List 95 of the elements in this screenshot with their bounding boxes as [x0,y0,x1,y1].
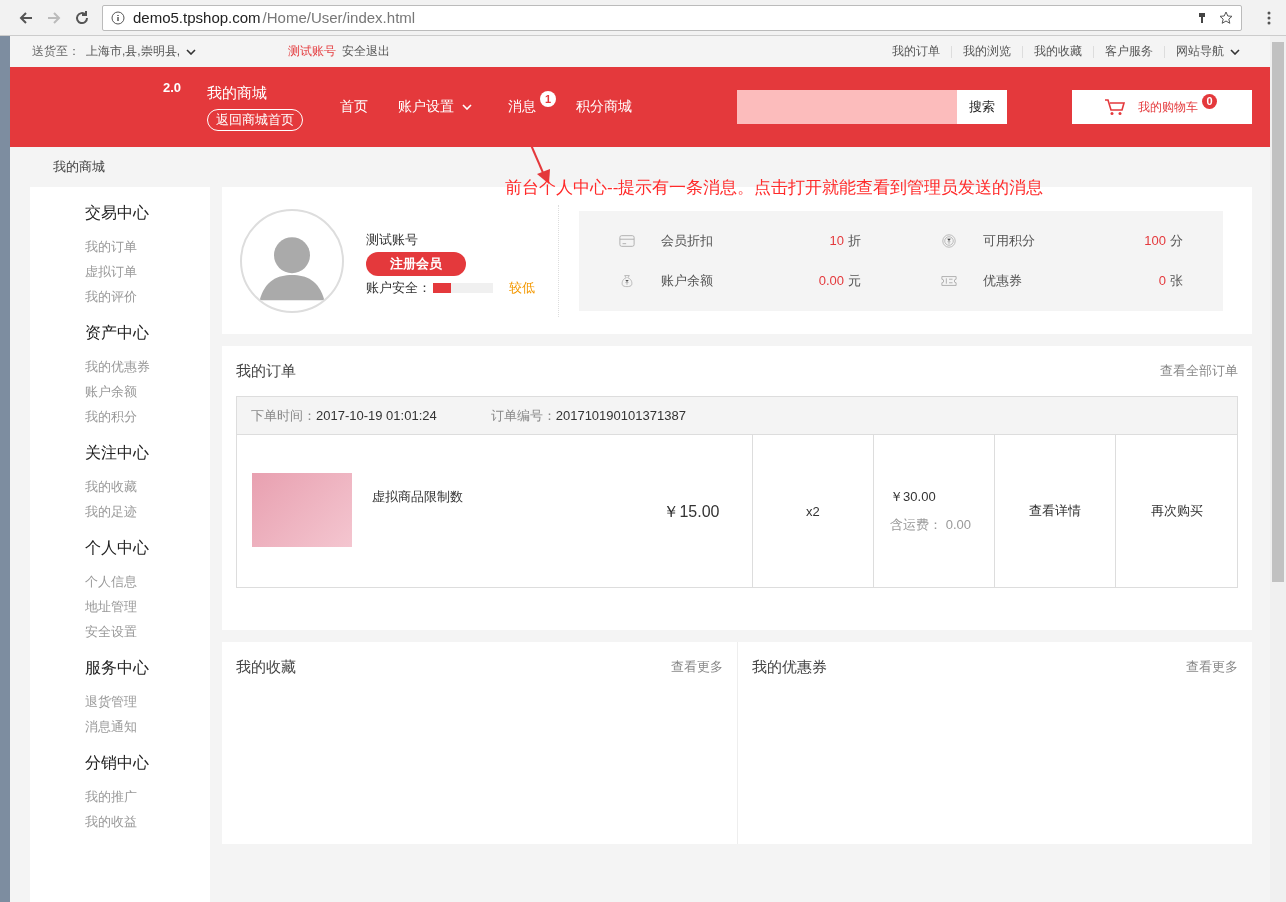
logout-link[interactable]: 安全退出 [342,43,390,60]
version-label: 2.0 [163,79,182,95]
quantity: x2 [805,503,820,519]
top-link[interactable]: 客户服务 [1105,43,1153,60]
nav-link[interactable]: 账户设置 [383,77,488,137]
top-link[interactable]: 网站导航 [1176,43,1224,60]
stat-value: 0 [1158,272,1166,288]
breadcrumb: 我的商城 [53,159,105,174]
top-link[interactable]: 我的浏览 [963,43,1011,60]
sidebar-link[interactable]: 账户余额 [85,379,210,404]
shipping-label: 含运费： [890,517,943,532]
sidebar-group-title: 关注中心 [85,443,150,463]
sidebar-link[interactable]: 安全设置 [85,619,210,644]
url-host: demo5.tpshop.com [133,9,261,26]
sidebar-link[interactable]: 我的收益 [85,809,210,834]
order-time-label: 下单时间： [251,406,316,425]
stat-unit: 折 [848,232,861,248]
shipping-fee: 0.00 [945,517,972,532]
chevron-down-icon [462,104,473,110]
site-title: 我的商城 [207,83,268,103]
product-name[interactable]: 虚拟商品限制数 [372,488,664,506]
sidebar-group-title: 个人中心 [85,538,150,558]
section-title: 我的收藏 [236,657,296,677]
sidebar-link[interactable]: 我的优惠券 [85,354,210,379]
username-link[interactable]: 测试账号 [288,43,336,60]
sidebar-link[interactable]: 退货管理 [85,689,210,714]
stat-value: 100 [1144,232,1166,248]
order-total: ￥30.00 [890,488,936,506]
product-price: ￥15.00 [663,502,720,522]
sidebar-link[interactable]: 虚拟订单 [85,259,210,284]
scrollbar-thumb[interactable] [1272,42,1284,582]
sidebar-link[interactable]: 我的评价 [85,284,210,309]
section-title: 我的优惠券 [751,657,827,677]
view-more-link[interactable]: 查看更多 [1186,658,1238,676]
stat-unit: 元 [848,272,861,288]
cart-count-badge: 0 [1202,93,1218,109]
card-icon [619,233,635,248]
sidebar-link[interactable]: 个人信息 [85,569,210,594]
sidebar-link[interactable]: 我的积分 [85,404,210,429]
cart-icon [1104,98,1127,116]
stat-value: 0.00 [818,272,844,288]
sidebar-link[interactable]: 消息通知 [85,714,210,739]
member-button[interactable]: 注册会员 [366,251,466,276]
location-selector[interactable]: 上海市,县,崇明县, [86,43,180,60]
sidebar-link[interactable]: 我的收藏 [85,474,210,499]
search-field[interactable] [737,90,958,124]
sidebar-group-title: 交易中心 [85,203,150,223]
cart-label: 我的购物车 [1138,98,1199,116]
stat-unit: 分 [1170,232,1183,248]
url-path: /Home/User/index.html [262,9,416,26]
buy-again-link[interactable]: 再次购买 [1150,502,1203,520]
ticket-icon [941,273,957,288]
message-count-badge: 1 [540,91,557,107]
stat-label: 账户余额 [661,271,714,290]
order-number-label: 订单编号： [490,406,556,425]
sidebar-link[interactable]: 我的足迹 [85,499,210,524]
stat-unit: 张 [1170,272,1183,288]
search-button[interactable]: 搜索 [957,90,1008,124]
deliver-label: 送货至： [32,43,80,60]
view-all-orders-link[interactable]: 查看全部订单 [1160,362,1238,380]
address-bar[interactable]: demo5.tpshop.com/Home/User/index.html [102,4,1242,31]
stat-label: 可用积分 [983,231,1036,250]
cart-button[interactable]: 我的购物车 0 [1072,90,1253,124]
security-rating: 较低 [509,278,535,297]
stat-label: 优惠券 [983,271,1023,290]
back-icon[interactable] [18,9,34,26]
order-time: 2017-10-19 01:01:24 [316,408,437,423]
stat-label: 会员折扣 [661,231,714,250]
nav-link[interactable]: 消息 1 [487,77,562,137]
scrollbar[interactable] [1270,36,1286,902]
star-icon[interactable] [1219,10,1233,25]
sidebar-group-title: 分销中心 [85,753,150,773]
chevron-down-icon[interactable] [1230,48,1240,55]
security-label: 账户安全： [366,278,431,297]
sidebar-group-title: 服务中心 [85,658,150,678]
money-bag-icon [619,273,635,288]
username: 测试账号 [366,230,418,249]
nav-link[interactable]: 首页 [325,77,384,137]
stat-value: 10 [829,232,844,248]
sidebar-link[interactable]: 我的订单 [85,234,210,259]
coin-icon [941,233,957,248]
reload-icon[interactable] [74,9,90,26]
sidebar-group-title: 资产中心 [85,323,150,343]
sidebar-link[interactable]: 地址管理 [85,594,210,619]
top-link[interactable]: 我的订单 [892,43,940,60]
annotation-text: 前台个人中心--提示有一条消息。点击打开就能查看到管理员发送的消息 [505,177,1044,199]
chevron-down-icon[interactable] [186,48,196,55]
order-number: 201710190101371387 [555,408,686,423]
nav-link[interactable]: 积分商城 [561,77,648,137]
info-icon [111,10,125,25]
section-title: 我的订单 [236,361,296,381]
view-details-link[interactable]: 查看详情 [1029,502,1082,520]
view-more-link[interactable]: 查看更多 [670,658,723,676]
top-link[interactable]: 我的收藏 [1034,43,1082,60]
sidebar-link[interactable]: 我的推广 [85,784,210,809]
